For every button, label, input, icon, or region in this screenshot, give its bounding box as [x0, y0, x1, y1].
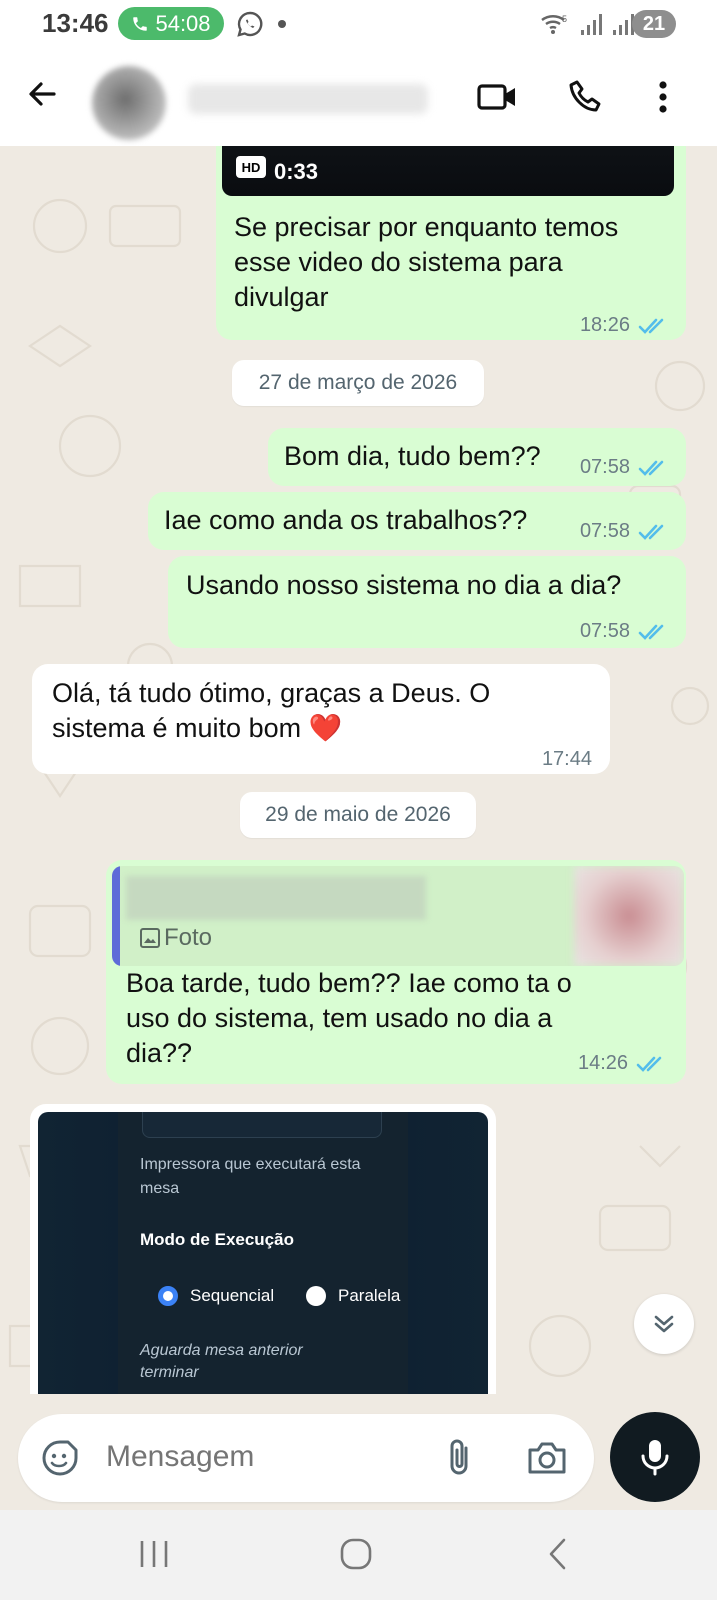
radio-unselected-icon	[306, 1286, 326, 1306]
voice-call-icon	[569, 80, 601, 112]
svg-text:5: 5	[562, 14, 567, 24]
quote-accent-bar	[112, 866, 120, 966]
avatar[interactable]	[92, 66, 166, 140]
message-meta: 07:58	[580, 450, 670, 485]
back-button[interactable]	[536, 1534, 580, 1574]
more-options-icon	[659, 81, 667, 113]
image-text: Aguarda mesa anterior	[140, 1342, 303, 1359]
back-chevron-icon	[549, 1538, 566, 1570]
read-ticks-icon	[638, 624, 664, 640]
message-meta: 17:44	[542, 742, 592, 777]
call-timer: 54:08	[155, 10, 211, 36]
outgoing-message[interactable]: Bom dia, tudo bem?? 07:58	[268, 428, 686, 486]
image-option: Paralela	[338, 1286, 401, 1305]
microphone-icon	[641, 1440, 669, 1476]
ongoing-call-pill[interactable]: 54:08	[118, 7, 224, 40]
video-caption: Se precisar por enquanto temos esse vide…	[234, 210, 674, 315]
video-call-icon	[477, 84, 515, 110]
image-text: Impressora que executará esta	[140, 1156, 361, 1173]
message-time: 14:26	[578, 1052, 629, 1074]
outgoing-message[interactable]: Usando nosso sistema no dia a dia? 07:58	[168, 556, 686, 648]
signal-indicators: 5	[540, 10, 634, 38]
more-options-button[interactable]	[642, 76, 684, 118]
attach-icon[interactable]	[440, 1436, 480, 1480]
image-text: mesa	[140, 1180, 180, 1197]
phone-icon	[133, 16, 148, 31]
signal-1-icon	[581, 14, 602, 35]
message-time: 07:58	[579, 456, 630, 478]
radio-selected-icon	[158, 1286, 178, 1306]
camera-icon[interactable]	[526, 1438, 568, 1478]
image-title: Modo de Execução	[140, 1230, 294, 1249]
caption-line: Se precisar por enquanto temos	[234, 212, 619, 242]
image-text: terminar	[140, 1364, 199, 1381]
quote-thumbnail	[574, 866, 684, 966]
home-button[interactable]	[334, 1534, 378, 1574]
message-meta: 07:58	[580, 614, 670, 649]
message-meta: 14:26	[578, 1052, 668, 1075]
date-separator: 27 de março de 2026	[232, 360, 484, 406]
message-meta: 18:26	[580, 308, 670, 343]
image-option: Sequencial	[190, 1286, 275, 1305]
status-bar: 13:46 54:08 5 21	[0, 0, 717, 48]
message-input[interactable]	[106, 1440, 406, 1474]
message-line: dia??	[126, 1038, 193, 1068]
message-text: Bom dia, tudo bem??	[284, 441, 541, 471]
incoming-message[interactable]: Olá, tá tudo ótimo, graças a Deus. O sis…	[32, 664, 610, 774]
status-time: 13:46	[42, 8, 109, 38]
voice-record-button[interactable]	[610, 1412, 700, 1502]
double-chevron-down-icon	[654, 1315, 674, 1333]
message-time: 17:44	[541, 748, 592, 770]
message-time: 18:26	[579, 314, 630, 336]
message-line: Boa tarde, tudo bem?? Iae como ta o	[126, 968, 572, 998]
message-line: sistema é muito bom ❤️	[52, 713, 343, 743]
video-message[interactable]: HD 0:33 Se precisar por enquanto temos e…	[216, 146, 686, 340]
whatsapp-notification-icon	[237, 11, 263, 37]
message-text: Usando nosso sistema no dia a dia?	[186, 570, 622, 600]
hd-badge: HD	[236, 156, 266, 178]
message-text: Iae como anda os trabalhos??	[164, 505, 528, 535]
system-navigation-bar	[0, 1510, 717, 1600]
signal-2-icon	[613, 14, 634, 35]
message-text: Olá, tá tudo ótimo, graças a Deus. O sis…	[52, 676, 572, 746]
message-line: Olá, tá tudo ótimo, graças a Deus. O	[52, 678, 491, 708]
read-ticks-icon	[638, 524, 664, 540]
quote-author	[126, 876, 426, 920]
caption-line: esse video do sistema para	[234, 247, 563, 277]
video-call-button[interactable]	[476, 76, 518, 118]
message-composer[interactable]	[18, 1414, 594, 1502]
sticker-icon[interactable]	[40, 1438, 80, 1478]
quote-label: Foto	[164, 924, 213, 951]
message-time: 07:58	[579, 620, 630, 642]
read-ticks-icon	[636, 1056, 662, 1072]
image-select-box	[142, 1112, 382, 1138]
message-time: 07:58	[579, 520, 630, 542]
recent-apps-icon	[140, 1541, 168, 1567]
outgoing-message[interactable]: Iae como anda os trabalhos?? 07:58	[148, 492, 686, 550]
contact-name[interactable]	[188, 84, 428, 114]
read-ticks-icon	[638, 318, 664, 334]
voice-call-button[interactable]	[564, 76, 606, 118]
notification-dot	[278, 20, 286, 28]
home-icon	[340, 1538, 372, 1570]
wifi-icon: 5	[541, 14, 567, 34]
image-preview[interactable]: Impressora que executará esta mesa Modo …	[38, 1112, 488, 1394]
message-line: uso do sistema, tem usado no dia a	[126, 1003, 553, 1033]
video-thumbnail[interactable]: HD 0:33	[222, 146, 674, 196]
message-meta: 07:58	[580, 514, 670, 549]
video-duration: 0:33	[274, 159, 319, 184]
scroll-to-bottom-button[interactable]	[634, 1294, 694, 1354]
back-arrow-icon[interactable]	[24, 76, 60, 112]
reply-quote[interactable]: Foto	[112, 866, 684, 966]
battery-indicator: 21	[632, 10, 676, 38]
incoming-image-message[interactable]: Impressora que executará esta mesa Modo …	[30, 1104, 496, 1394]
chat-header	[0, 48, 717, 146]
recent-apps-button[interactable]	[132, 1534, 176, 1574]
date-separator: 29 de maio de 2026	[240, 792, 476, 838]
photo-icon	[140, 928, 160, 948]
read-ticks-icon	[638, 460, 664, 476]
chat-area[interactable]: HD 0:33 Se precisar por enquanto temos e…	[0, 146, 717, 1506]
message-text: Boa tarde, tudo bem?? Iae como ta o uso …	[126, 966, 646, 1071]
